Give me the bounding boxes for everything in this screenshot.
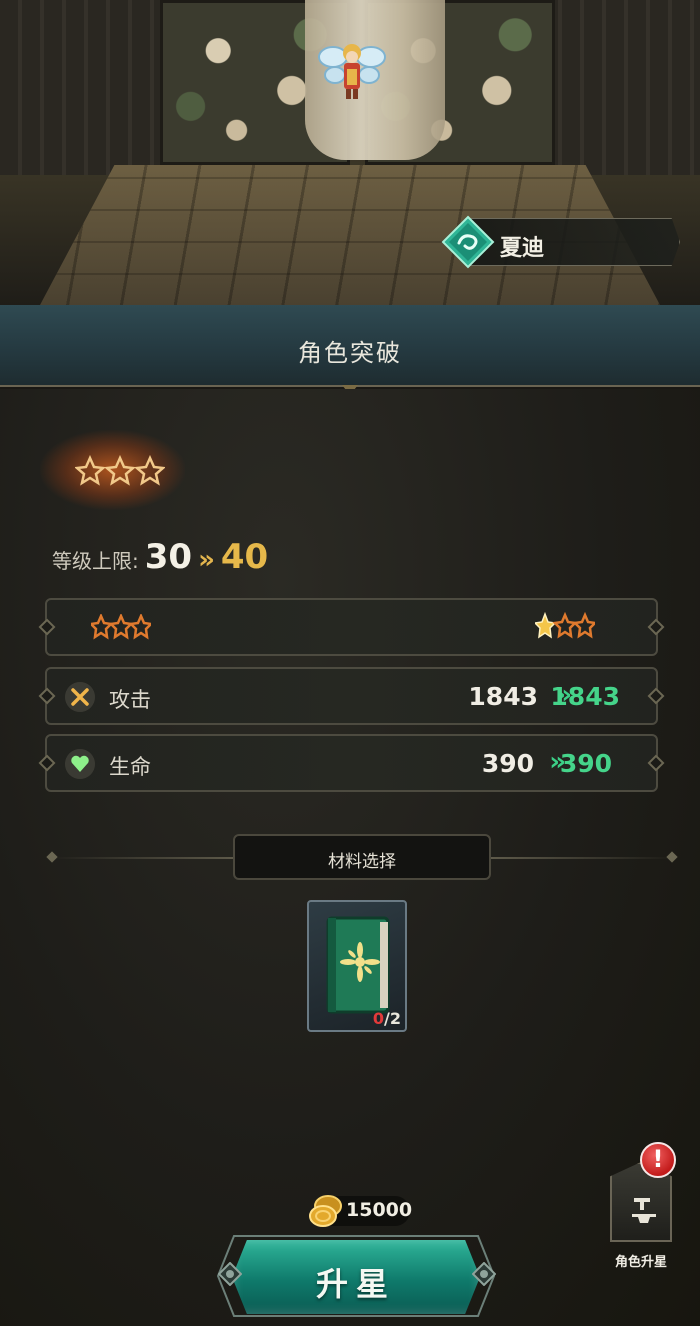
gold-coin-icon: [309, 1195, 342, 1227]
upgrade-star-button[interactable]: 升星: [232, 1240, 480, 1314]
page-title: 角色突破: [298, 339, 402, 367]
wall-right: [540, 0, 700, 175]
material-section-title: 材料选择: [328, 852, 396, 872]
material-section-header: 材料选择: [233, 834, 491, 880]
heart-icon: [65, 749, 95, 779]
current-stars-icon: [91, 614, 151, 640]
material-have: 0: [372, 1009, 385, 1028]
upgrade-star-label: 升星: [315, 1265, 396, 1303]
wall-left: [0, 0, 160, 175]
stat-new-hp: 390: [559, 749, 612, 778]
material-need: /2: [384, 1009, 401, 1028]
wind-element-icon: [441, 215, 495, 269]
stat-row-attack: 攻击 1843 » 1843: [45, 667, 658, 725]
character-scene: 夏迪: [0, 0, 700, 305]
next-stars-icon: [535, 612, 595, 639]
stat-old-attack: 1843: [468, 682, 538, 711]
divider-left: [52, 857, 237, 859]
star-comparison-row: [45, 598, 658, 656]
material-count: 0/2: [373, 1009, 401, 1028]
stat-label-hp: 生命: [109, 755, 151, 779]
cost-amount: 15000: [346, 1199, 413, 1221]
stat-row-hp: 生命 390 » 390: [45, 734, 658, 792]
title-bar: 角色突破: [0, 305, 700, 387]
divider-right: [490, 857, 675, 859]
fairy-character-sprite[interactable]: [317, 35, 387, 105]
level-cap-label: 等级上限:: [52, 549, 139, 573]
ornament-left-icon: [218, 1262, 242, 1286]
character-upgrade-label: 角色升星: [614, 1255, 667, 1270]
rank-stars-icon: [75, 455, 165, 486]
level-cap-to: 40: [220, 537, 269, 577]
character-name: 夏迪: [500, 236, 545, 261]
stat-old-hp: 390: [481, 749, 534, 778]
stat-new-attack: 1843: [550, 682, 620, 711]
level-cap-arrow: »: [198, 545, 215, 575]
stat-label-attack: 攻击: [109, 688, 151, 712]
material-slot[interactable]: 0/2: [307, 900, 407, 1032]
green-book-icon: [326, 916, 390, 1014]
sword-icon: [65, 682, 95, 712]
hammer-anvil-icon: [632, 1198, 656, 1223]
level-cap-from: 30: [144, 537, 193, 577]
alert-badge: !: [640, 1142, 676, 1178]
level-cap-line: 等级上限: 30 » 40: [52, 537, 268, 577]
ornament-right-icon: [472, 1262, 496, 1286]
